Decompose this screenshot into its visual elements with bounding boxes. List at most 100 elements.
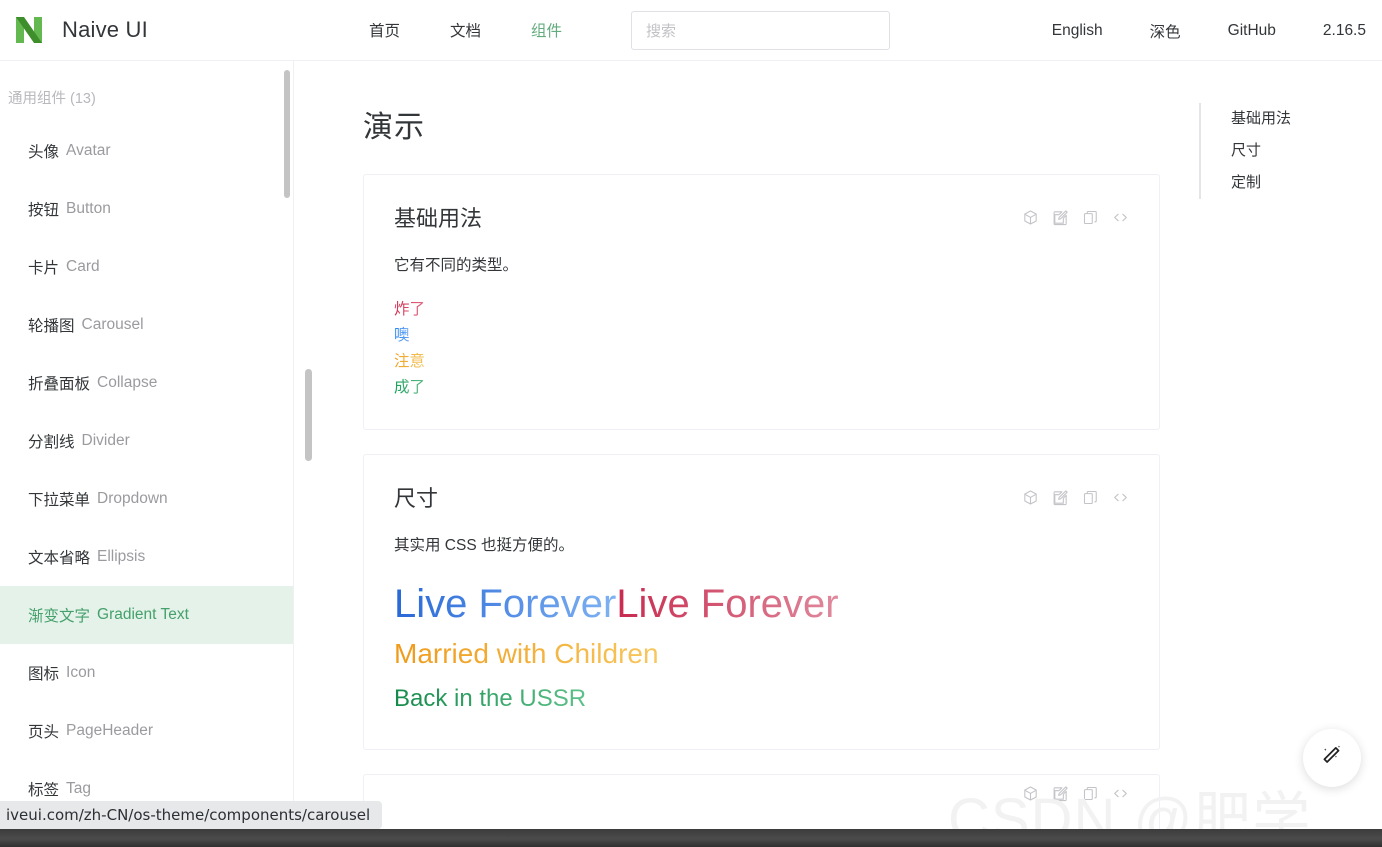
sidebar-item-label-zh: 下拉菜单 [28, 492, 91, 509]
gradient-text: Back in the USSR [394, 677, 586, 721]
version-label[interactable]: 2.16.5 [1323, 22, 1366, 40]
sidebar-item-label-en: Ellipsis [97, 548, 146, 565]
gradient-text-sample: Married with Children [394, 631, 1129, 677]
github-link[interactable]: GitHub [1228, 22, 1276, 40]
card-title: 尺寸 [394, 486, 439, 511]
sidebar-item-card[interactable]: 卡片 Card [0, 238, 293, 296]
card-header: 基础用法 [364, 175, 1159, 233]
gradient-text-sample: 炸了 [394, 297, 1129, 323]
sidebar-item-label-en: Avatar [66, 142, 111, 159]
table-of-contents: 基础用法 尺寸 定制 [1199, 103, 1369, 199]
gradient-text-sample: 注意 [394, 349, 1129, 375]
demo-card-list: 基础用法它有不同的类型。炸了噢注意 成了尺寸其实用 CSS 也挺方便的。 Live … [295, 174, 1382, 847]
sidebar-item-label-zh: 图标 [28, 666, 60, 683]
search-wrapper: 搜索 [631, 10, 891, 50]
copy-icon[interactable] [1082, 489, 1099, 506]
sidebar-item-label-en: Button [66, 200, 111, 217]
sidebar-item-label-zh: 卡片 [28, 260, 60, 277]
theme-switch[interactable]: 深色 [1150, 20, 1181, 42]
gradient-text-sample: 成了 [394, 375, 1129, 401]
sidebar-item-button[interactable]: 按钮 Button [0, 180, 293, 238]
sidebar-item-label-zh: 文本省略 [28, 550, 91, 567]
card-header: 尺寸 [364, 455, 1159, 513]
sidebar-item-label-en: Carousel [81, 316, 144, 333]
sidebar-menu: 头像 Avatar 按钮 Button 卡片 Card 轮播图 Carousel 折叠面板 Col… [0, 122, 293, 818]
status-bar-url: iveui.com/zh-CN/os-theme/components/caro… [0, 801, 383, 829]
sidebar: 通用组件 (13) 头像 Avatar 按钮 Button 卡片 Card 轮播图 Carou… [0, 61, 294, 847]
sidebar-item-divider[interactable]: 分割线 Divider [0, 412, 293, 470]
os-taskbar [0, 829, 1382, 847]
secondary-nav: English 深色 GitHub 2.16.5 [1005, 0, 1366, 61]
edit-icon[interactable] [1052, 489, 1069, 506]
code-icon[interactable] [1112, 489, 1129, 506]
page-scrollbar-thumb[interactable] [305, 369, 312, 461]
card-header: 定制 [364, 775, 1159, 809]
sidebar-item-avatar[interactable]: 头像 Avatar [0, 122, 293, 180]
sidebar-item-collapse[interactable]: 折叠面板 Collapse [0, 354, 293, 412]
gradient-text: Married with Children [394, 631, 659, 677]
sidebar-scrollbar-thumb[interactable] [284, 70, 290, 198]
edit-icon[interactable] [1052, 785, 1069, 802]
toc-item-custom[interactable]: 定制 [1231, 167, 1369, 199]
sidebar-item-dropdown[interactable]: 下拉菜单 Dropdown [0, 470, 293, 528]
copy-icon[interactable] [1082, 785, 1099, 802]
card-body: 其实用 CSS 也挺方便的。 Live ForeverLive Forever Ma… [364, 513, 1159, 749]
nav-item-docs[interactable]: 文档 [450, 19, 481, 41]
app-header: Naive UI 首页 文档 组件 搜索 English 深色 GitHub 2… [0, 0, 1382, 61]
brand[interactable]: Naive UI [12, 13, 148, 47]
gradient-text: 炸了 [394, 297, 425, 323]
sidebar-item-pageheader[interactable]: 页头 PageHeader [0, 702, 293, 760]
card-description: 其实用 CSS 也挺方便的。 [394, 537, 574, 554]
demo-card: 基础用法它有不同的类型。炸了噢注意 成了 [363, 174, 1160, 430]
card-title: 基础用法 [394, 206, 483, 231]
sidebar-item-label-zh: 按钮 [28, 202, 60, 219]
edit-icon[interactable] [1052, 209, 1069, 226]
sidebar-item-label-zh: 折叠面板 [28, 376, 91, 393]
gradient-text: Live Forever [394, 577, 616, 631]
demo-card: 尺寸其实用 CSS 也挺方便的。 Live ForeverLive Forever… [363, 454, 1160, 750]
naive-ui-logo-icon [12, 13, 46, 47]
sidebar-item-icon[interactable]: 图标 Icon [0, 644, 293, 702]
copy-icon[interactable] [1082, 209, 1099, 226]
toc-item-size[interactable]: 尺寸 [1231, 135, 1369, 167]
search-input[interactable]: 搜索 [631, 10, 891, 50]
toc-item-basic[interactable]: 基础用法 [1231, 103, 1369, 135]
nav-item-home[interactable]: 首页 [369, 19, 400, 41]
card-description: 它有不同的类型。 [394, 257, 519, 274]
gradient-text: Live Forever [616, 577, 838, 631]
sidebar-item-label-en: Collapse [97, 374, 158, 391]
sidebar-item-label-zh: 标签 [28, 782, 60, 799]
gradient-text-sample: Back in the USSR [394, 677, 1129, 721]
sidebar-item-label-en: Gradient Text [97, 606, 189, 623]
sidebar-item-ellipsis[interactable]: 文本省略 Ellipsis [0, 528, 293, 586]
sidebar-item-label-zh: 分割线 [28, 434, 75, 451]
gradient-text: 成了 [394, 375, 425, 401]
ai-assistant-button[interactable] [1303, 729, 1361, 787]
sidebar-item-label-zh: 渐变文字 [28, 608, 91, 625]
code-icon[interactable] [1112, 209, 1129, 226]
code-icon[interactable] [1112, 785, 1129, 802]
cube-icon[interactable] [1022, 209, 1039, 226]
cube-icon[interactable] [1022, 489, 1039, 506]
magic-wand-icon [1319, 743, 1345, 774]
nav-item-components[interactable]: 组件 [531, 19, 562, 41]
sidebar-item-label-en: Card [66, 258, 100, 275]
sidebar-item-label-en: Divider [81, 432, 130, 449]
sidebar-group-title: 通用组件 (13) [8, 91, 96, 107]
sidebar-item-label-zh: 页头 [28, 724, 60, 741]
sidebar-item-label-en: Icon [66, 664, 96, 681]
sidebar-item-label-en: Tag [66, 780, 92, 797]
sidebar-item-label-zh: 头像 [28, 144, 60, 161]
gradient-text-sample-row: Live ForeverLive Forever [394, 577, 1129, 631]
sidebar-item-gradient-text[interactable]: 渐变文字 Gradient Text [0, 586, 293, 644]
cube-icon[interactable] [1022, 785, 1039, 802]
main-nav: 首页 文档 组件 搜索 [369, 10, 891, 50]
gradient-text: 噢 [394, 323, 410, 349]
card-action-icons [1022, 489, 1129, 506]
language-switch[interactable]: English [1052, 22, 1103, 40]
gradient-text-sample: 噢 [394, 323, 1129, 349]
gradient-text: 注意 [394, 349, 425, 375]
sidebar-item-carousel[interactable]: 轮播图 Carousel [0, 296, 293, 354]
card-body: 它有不同的类型。炸了噢注意 成了 [364, 233, 1159, 429]
sidebar-item-label-zh: 轮播图 [28, 318, 75, 335]
